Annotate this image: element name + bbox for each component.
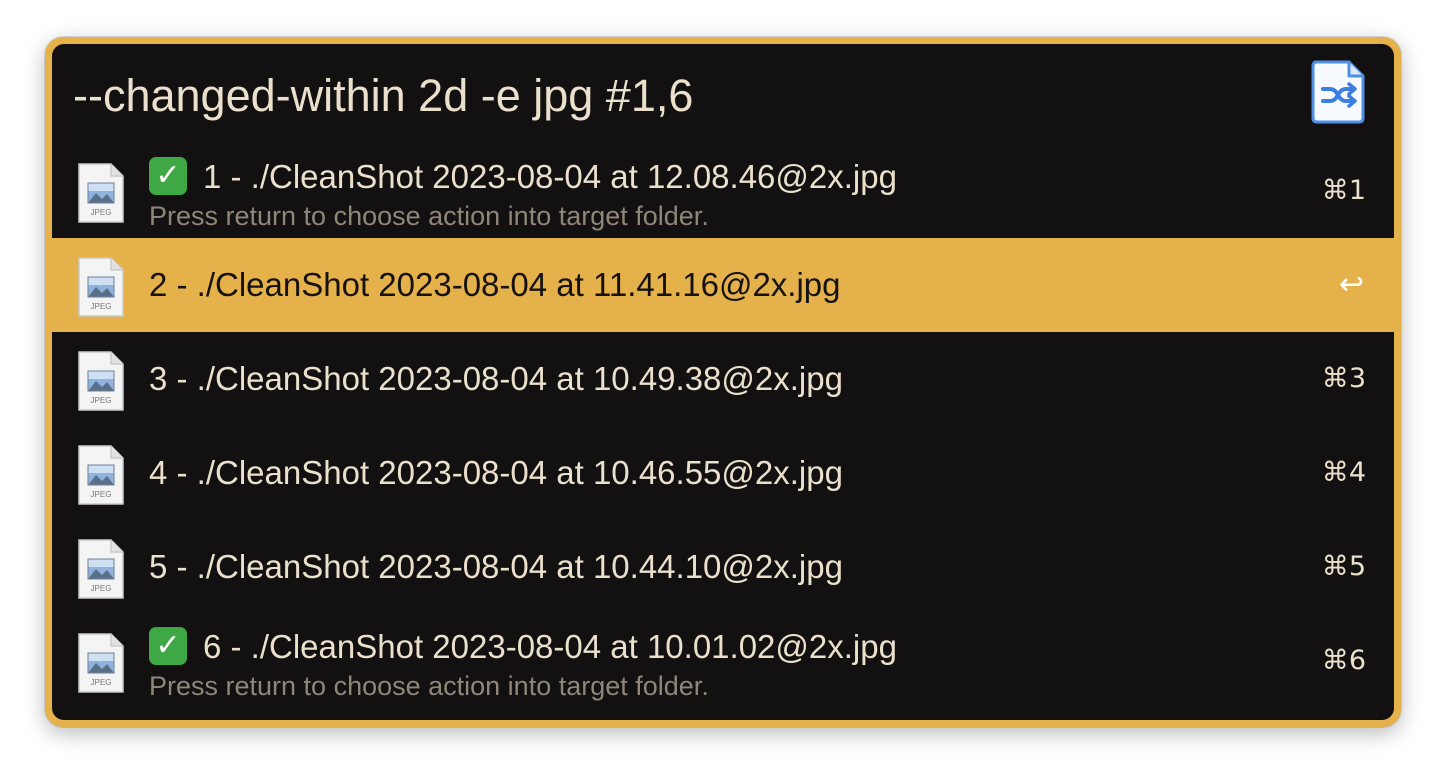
result-subtitle: Press return to choose action into targe… <box>149 201 709 231</box>
result-title: 3 - ./CleanShot 2023-08-04 at 10.49.38@2… <box>149 359 843 399</box>
jpeg-label: JPEG <box>91 302 112 311</box>
result-title-text: 2 - ./CleanShot 2023-08-04 at 11.41.16@2… <box>149 266 841 303</box>
launcher-window: --changed-within 2d -e jpg #1,6 JPEG ✓ 1 -… <box>45 37 1401 727</box>
jpeg-label: JPEG <box>91 208 112 217</box>
shortcut-hint: ⌘1 <box>1321 175 1366 206</box>
result-title: ✓ 6 - ./CleanShot 2023-08-04 at 10.01.02@… <box>149 627 897 667</box>
result-title: 5 - ./CleanShot 2023-08-04 at 10.44.10@2… <box>149 547 843 587</box>
jpeg-file-icon: JPEG <box>77 444 125 506</box>
jpeg-file-icon: JPEG <box>77 538 125 600</box>
result-title: 4 - ./CleanShot 2023-08-04 at 10.46.55@2… <box>149 453 843 493</box>
shortcut-hint: ⌘5 <box>1321 551 1366 582</box>
query-input[interactable]: --changed-within 2d -e jpg #1,6 <box>73 70 693 122</box>
result-row-2[interactable]: JPEG 2 - ./CleanShot 2023-08-04 at 11.41.… <box>52 238 1394 332</box>
jpeg-file-icon: JPEG <box>77 632 125 694</box>
result-title: ✓ 1 - ./CleanShot 2023-08-04 at 12.08.46@… <box>149 157 897 197</box>
jpeg-file-icon: JPEG <box>77 350 125 412</box>
result-title-text: 6 - ./CleanShot 2023-08-04 at 10.01.02@2… <box>203 628 897 665</box>
result-row-6[interactable]: JPEG ✓ 6 - ./CleanShot 2023-08-04 at 10.01… <box>52 614 1394 708</box>
result-subtitle: Press return to choose action into targe… <box>149 671 709 701</box>
result-row-1[interactable]: JPEG ✓ 1 - ./CleanShot 2023-08-04 at 12.08… <box>52 144 1394 238</box>
result-row-3[interactable]: JPEG 3 - ./CleanShot 2023-08-04 at 10.49.… <box>52 332 1394 426</box>
jpeg-file-icon: JPEG <box>77 162 125 224</box>
jpeg-label: JPEG <box>91 678 112 687</box>
shortcut-hint: ⌘6 <box>1321 645 1366 676</box>
shortcut-hint: ⌘4 <box>1321 457 1366 488</box>
result-title: 2 - ./CleanShot 2023-08-04 at 11.41.16@2… <box>149 265 841 305</box>
result-row-5[interactable]: JPEG 5 - ./CleanShot 2023-08-04 at 10.44.… <box>52 520 1394 614</box>
jpeg-label: JPEG <box>91 584 112 593</box>
result-title-text: 1 - ./CleanShot 2023-08-04 at 12.08.46@2… <box>203 158 897 195</box>
return-key-icon: ↩ <box>1338 267 1364 302</box>
checkmark-icon: ✓ <box>149 627 187 665</box>
shuffle-document-icon[interactable] <box>1309 58 1367 126</box>
shortcut-hint: ⌘3 <box>1321 363 1366 394</box>
result-title-text: 5 - ./CleanShot 2023-08-04 at 10.44.10@2… <box>149 548 843 585</box>
jpeg-label: JPEG <box>91 396 112 405</box>
results-list: JPEG ✓ 1 - ./CleanShot 2023-08-04 at 12.08… <box>52 144 1394 708</box>
result-title-text: 3 - ./CleanShot 2023-08-04 at 10.49.38@2… <box>149 360 843 397</box>
jpeg-label: JPEG <box>91 490 112 499</box>
result-title-text: 4 - ./CleanShot 2023-08-04 at 10.46.55@2… <box>149 454 843 491</box>
jpeg-file-icon: JPEG <box>77 256 125 318</box>
checkmark-icon: ✓ <box>149 157 187 195</box>
result-row-4[interactable]: JPEG 4 - ./CleanShot 2023-08-04 at 10.46.… <box>52 426 1394 520</box>
launcher-panel: --changed-within 2d -e jpg #1,6 JPEG ✓ 1 -… <box>52 44 1394 720</box>
